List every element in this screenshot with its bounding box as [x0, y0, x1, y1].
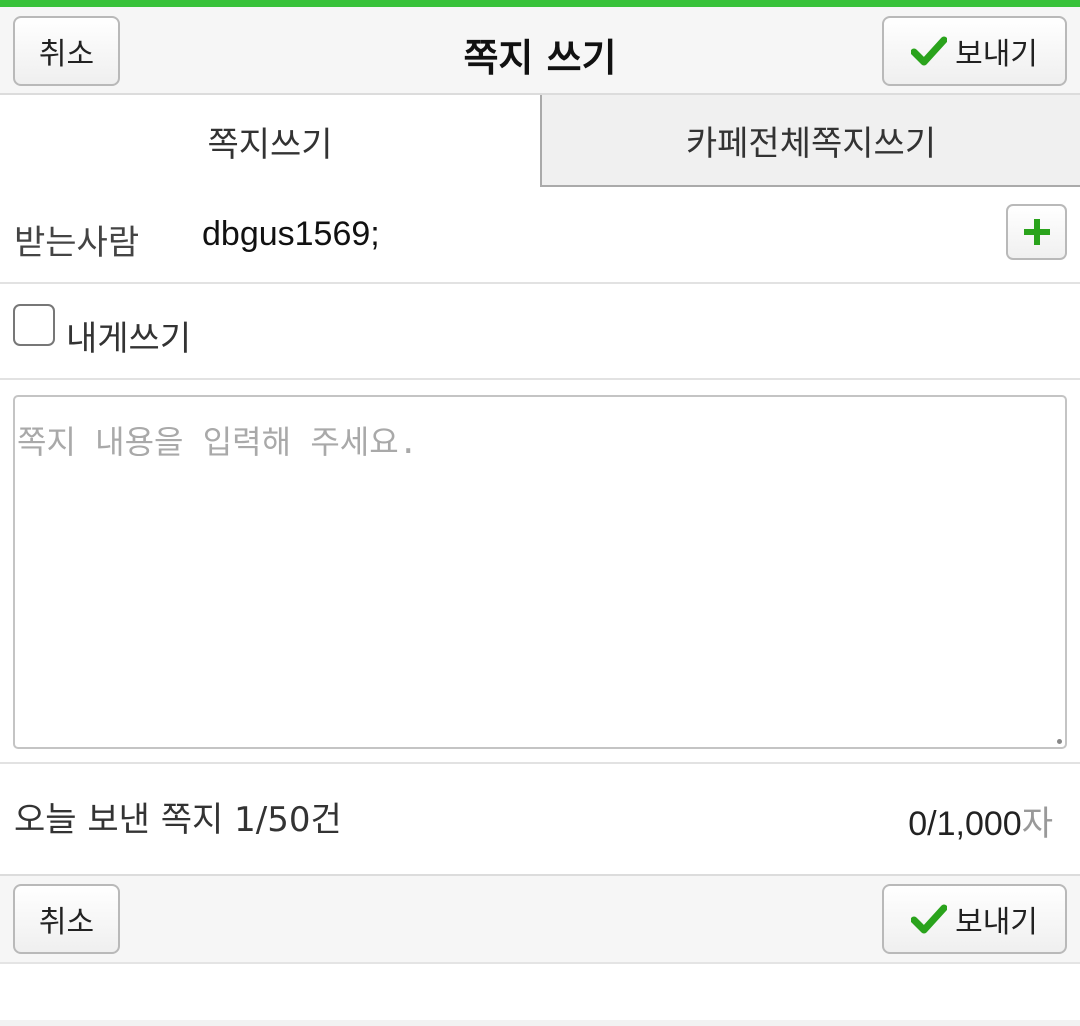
top-accent-bar [0, 0, 1080, 7]
tab-bar: 쪽지쓰기 카페전체쪽지쓰기 [0, 95, 1080, 187]
footer-cancel-button[interactable]: 취소 [13, 884, 120, 954]
resize-handle[interactable] [1057, 739, 1062, 744]
self-message-row: 내게쓰기 [0, 284, 1080, 380]
today-sent-count: 오늘 보낸 쪽지 1/50건 [14, 800, 342, 840]
self-message-label[interactable]: 내게쓰기 [66, 311, 191, 360]
bottom-strip [0, 1020, 1080, 1026]
counter-row: 오늘 보낸 쪽지 1/50건 0/1,000자 [0, 764, 1080, 874]
footer-send-button[interactable]: 보내기 [882, 884, 1067, 954]
header-bar: 취소 쪽지 쓰기 보내기 [0, 7, 1080, 95]
plus-icon [1023, 219, 1050, 245]
send-button[interactable]: 보내기 [882, 16, 1067, 86]
send-button-label: 보내기 [955, 905, 1038, 940]
footer-bar: 취소 보내기 [0, 874, 1080, 964]
tab-label: 카페전체쪽지쓰기 [685, 123, 937, 164]
recipient-input[interactable] [202, 207, 962, 261]
message-input[interactable] [15, 397, 1065, 747]
message-box [13, 395, 1067, 749]
send-button-label: 보내기 [955, 37, 1038, 72]
char-count-unit: 자 [1021, 804, 1053, 844]
char-count-value: 0/1,000 [908, 805, 1022, 843]
char-count: 0/1,000자 [908, 796, 1053, 845]
tab-write-message[interactable]: 쪽지쓰기 [0, 95, 540, 187]
checkmark-icon [911, 36, 948, 66]
cancel-button-label: 취소 [38, 905, 95, 940]
checkmark-icon [911, 904, 948, 934]
tab-label: 쪽지쓰기 [207, 124, 333, 165]
tab-write-cafe-wide-message[interactable]: 카페전체쪽지쓰기 [540, 95, 1080, 187]
recipient-label: 받는사람 [14, 223, 140, 263]
self-message-checkbox[interactable] [13, 304, 55, 346]
recipient-row: 받는사람 [0, 187, 1080, 284]
add-recipient-button[interactable] [1006, 204, 1067, 260]
